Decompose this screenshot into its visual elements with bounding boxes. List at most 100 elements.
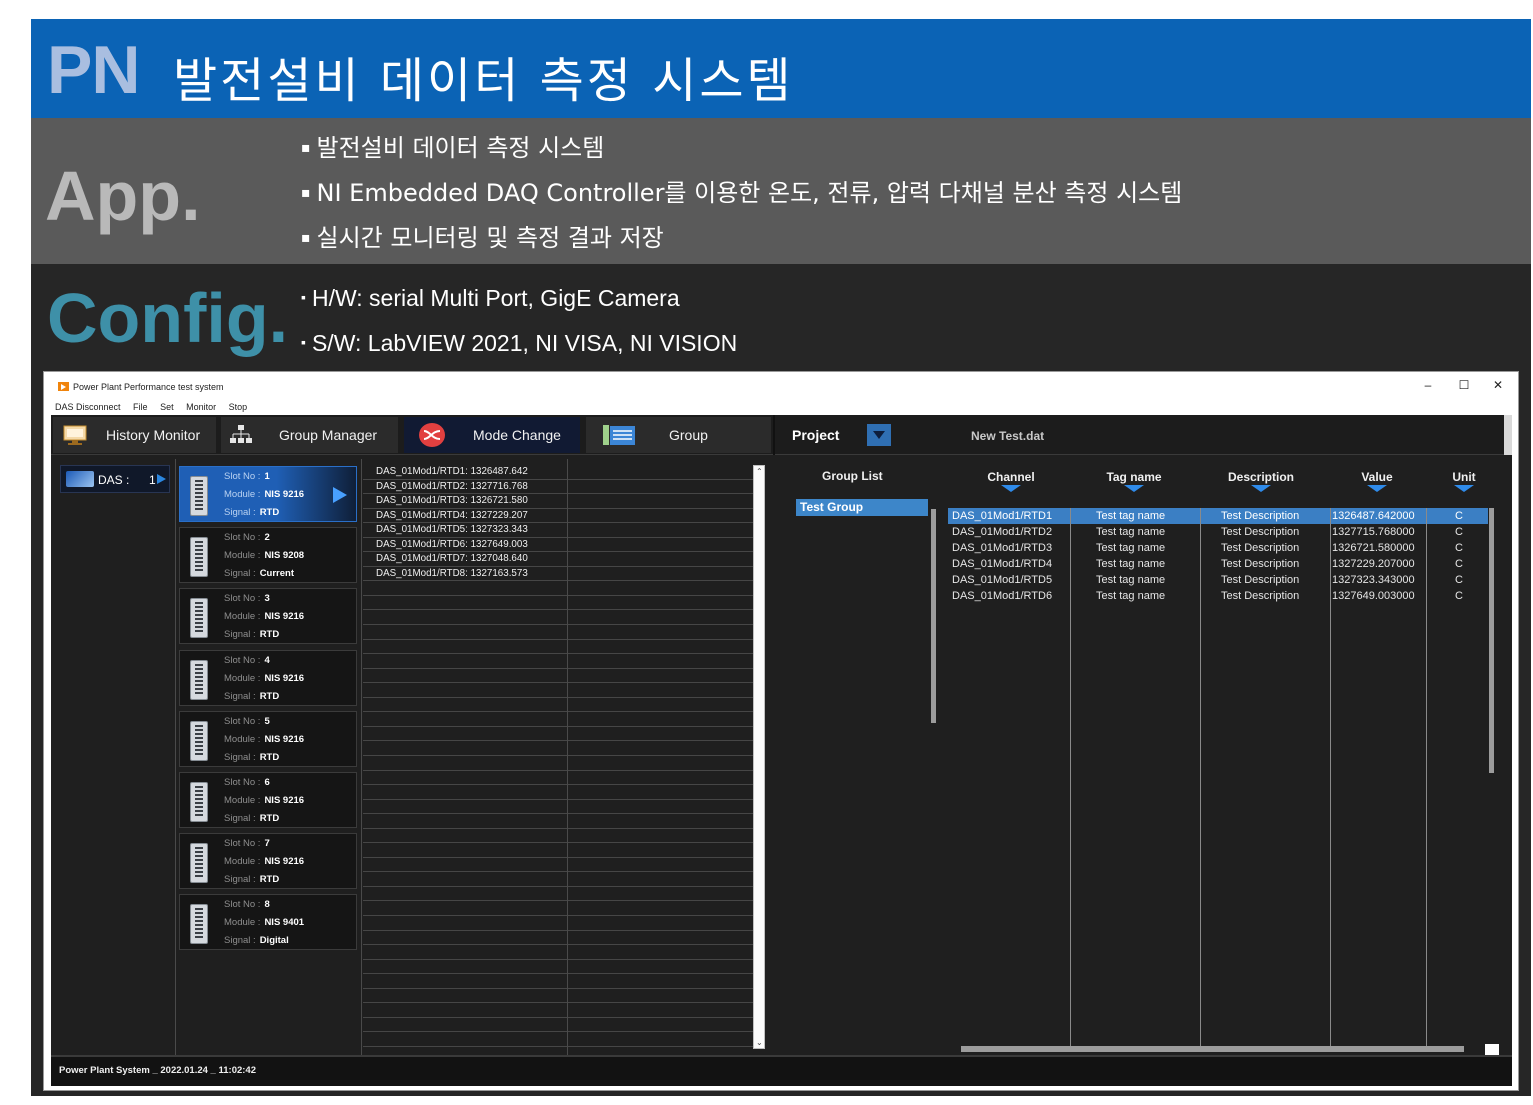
empty-row: [363, 887, 568, 902]
close-button[interactable]: ✕: [1488, 378, 1508, 392]
slot-no-row: Slot No :7: [224, 838, 270, 849]
empty-row: [363, 800, 568, 815]
app-bullet-list: 발전설비 데이터 측정 시스템 NI Embedded DAQ Controll…: [301, 126, 1183, 261]
group-button[interactable]: Group: [586, 417, 771, 453]
signal-label: Signal :: [224, 507, 256, 518]
table-row[interactable]: DAS_01Mod1/RTD3 Test tag name Test Descrip…: [948, 540, 1488, 556]
list-icon: [603, 425, 635, 445]
slot-no-label: Slot No :: [224, 593, 261, 605]
empty-row: [568, 669, 755, 684]
project-dropdown-button[interactable]: [867, 424, 891, 446]
column-header-value[interactable]: Value: [1347, 470, 1407, 492]
empty-row: [568, 509, 755, 524]
das-selector[interactable]: DAS : 1: [60, 465, 170, 493]
table-row[interactable]: DAS_01Mod1/RTD4 Test tag name Test Descrip…: [948, 556, 1488, 572]
slot-card-1[interactable]: Slot No :1 Module : NIS 9216 Signal : RTD: [179, 466, 357, 522]
header-label: Unit: [1452, 470, 1476, 484]
empty-row: [568, 596, 755, 611]
signal-label: Signal :: [224, 874, 256, 886]
window-title: Power Plant Performance test system: [73, 382, 224, 392]
slot-no-value: 4: [264, 654, 270, 666]
channel-value-row: DAS_01Mod1/RTD3: 1326721.580: [363, 494, 568, 509]
empty-row: [363, 727, 568, 742]
empty-row: [568, 916, 755, 931]
play-icon[interactable]: [333, 487, 347, 503]
table-row[interactable]: DAS_01Mod1/RTD2 Test tag name Test Descrip…: [948, 524, 1488, 540]
empty-row: [568, 611, 755, 625]
channel-table: DAS_01Mod1/RTD1 Test tag name Test Descrip…: [948, 508, 1488, 1048]
project-label: Project: [792, 427, 840, 443]
menu-monitor[interactable]: Monitor: [186, 400, 216, 415]
group-list-scrollbar[interactable]: [931, 509, 936, 723]
channel-list-scrollbar[interactable]: ⌃ ⌄: [753, 465, 765, 1049]
signal-value: RTD: [259, 874, 280, 886]
column-header-unit[interactable]: Unit: [1444, 470, 1484, 492]
table-scrollbar[interactable]: [1489, 508, 1494, 773]
table-row[interactable]: DAS_01Mod1/RTD5 Test tag name Test Descrip…: [948, 572, 1488, 588]
signal-label: Signal :: [224, 629, 256, 641]
app-logo-icon: [58, 382, 69, 391]
minimize-button[interactable]: –: [1418, 378, 1438, 392]
signal-value: Digital: [259, 935, 289, 947]
empty-row: [568, 902, 755, 916]
menu-stop[interactable]: Stop: [229, 400, 248, 415]
cell-unit: C: [1455, 526, 1463, 538]
toolbar: History Monitor Group Manager Mode Chang…: [51, 415, 1512, 455]
cell-channel: DAS_01Mod1/RTD6: [952, 590, 1053, 602]
empty-row: [568, 523, 755, 538]
table-row[interactable]: DAS_01Mod1/RTD6 Test tag name Test Descrip…: [948, 588, 1488, 604]
toolbar-divider: [773, 415, 775, 455]
toolbar-scrollbar[interactable]: [1504, 415, 1512, 455]
cell-tag-name: Test tag name: [1096, 558, 1166, 570]
scroll-down-icon[interactable]: ⌄: [756, 1038, 763, 1047]
slot-no-value: 6: [264, 777, 270, 788]
empty-row: [568, 727, 755, 742]
table-horizontal-scrollbar[interactable]: [961, 1046, 1464, 1052]
scroll-up-icon[interactable]: ⌃: [756, 467, 763, 476]
empty-row: [363, 712, 568, 727]
module-label: Module :: [224, 489, 261, 500]
history-monitor-button[interactable]: History Monitor: [53, 417, 216, 453]
cell-value: 1326721.580000: [1332, 542, 1415, 554]
slot-card-6[interactable]: Slot No :6 Module : NIS 9216 Signal : RTD: [179, 772, 357, 828]
signal-row: Signal : RTD: [224, 629, 279, 640]
header-label: Channel: [987, 470, 1035, 484]
menu-set[interactable]: Set: [160, 400, 174, 415]
cell-tag-name: Test tag name: [1096, 542, 1166, 554]
empty-row: [363, 916, 568, 931]
menu-das-disconnect[interactable]: DAS Disconnect: [55, 400, 121, 415]
module-row: Module : NIS 9216: [224, 489, 304, 500]
column-header-channel[interactable]: Channel: [971, 470, 1051, 492]
maximize-button[interactable]: ☐: [1454, 378, 1474, 392]
slot-card-5[interactable]: Slot No :5 Module : NIS 9216 Signal : RTD: [179, 710, 357, 767]
empty-row: [568, 771, 755, 786]
empty-row: [363, 581, 568, 596]
column-header-tag-name[interactable]: Tag name: [1094, 470, 1174, 492]
slot-card-8[interactable]: Slot No :8 Module : NIS 9401 Signal : Digita…: [179, 894, 357, 951]
app-window: Power Plant Performance test system – ☐ …: [43, 371, 1519, 1091]
channel-value-row: DAS_01Mod1/RTD8: 1327163.573: [363, 567, 568, 582]
table-row[interactable]: DAS_01Mod1/RTD1 Test tag name Test Descrip…: [948, 508, 1488, 524]
slot-card-2[interactable]: Slot No :2 Module : NIS 9208 Signal : Curren…: [179, 527, 357, 584]
module-value: NIS 9216: [264, 856, 305, 868]
menu-file[interactable]: File: [133, 400, 148, 415]
column-header-description[interactable]: Description: [1216, 470, 1306, 492]
empty-row: [363, 625, 568, 640]
app-label: App.: [45, 157, 201, 235]
empty-row: [363, 989, 568, 1004]
group-list-item[interactable]: Test Group: [796, 499, 928, 516]
slot-card-4[interactable]: Slot No :4 Module : NIS 9216 Signal : RTD: [179, 649, 357, 706]
slot-card-3[interactable]: Slot No :3 Module : NIS 9216 Signal : RTD: [179, 588, 357, 645]
mode-change-button[interactable]: Mode Change: [404, 417, 580, 453]
group-manager-button[interactable]: Group Manager: [221, 417, 398, 453]
menu-bar: DAS Disconnect File Set Monitor Stop: [44, 400, 1518, 415]
empty-row: [363, 654, 568, 669]
project-file-name: New Test.dat: [971, 429, 1045, 443]
module-chip-icon: [190, 537, 208, 578]
signal-row: Signal : RTD: [224, 691, 279, 702]
slot-card-7[interactable]: Slot No :7 Module : NIS 9216 Signal : RTD: [179, 833, 357, 890]
empty-row: [568, 989, 755, 1004]
empty-row: [568, 785, 755, 800]
empty-row: [363, 814, 568, 829]
module-label: Module :: [224, 733, 261, 745]
